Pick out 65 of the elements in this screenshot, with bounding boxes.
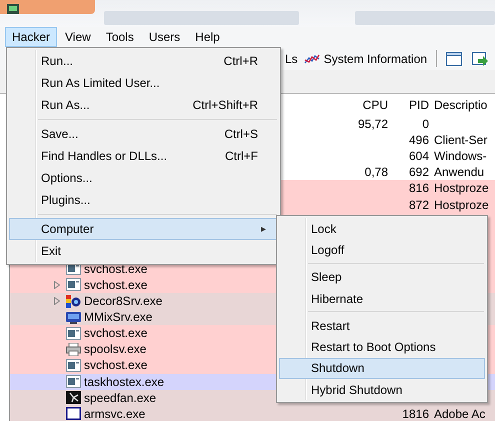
pid-value: 0 [422, 117, 429, 132]
pid-value: 1816 [402, 406, 429, 421]
process-name: taskhostex.exe [84, 374, 164, 389]
menu-item[interactable]: Shutdown [279, 358, 485, 380]
shortcut-text: Ctrl+R [224, 54, 258, 68]
process-name: svchost.exe [84, 278, 148, 292]
process-name: speedfan.exe [84, 390, 156, 405]
window-icon [66, 375, 81, 388]
fan-icon [66, 391, 81, 404]
cpu-value: 95,72 [358, 117, 388, 132]
pid-value: 604 [408, 149, 429, 164]
shortcut-text: Ctrl+F [225, 149, 258, 163]
menu-item[interactable]: Run As... Ctrl+Shift+R [9, 94, 278, 116]
colorful-logo-icon [66, 294, 81, 308]
menu-bar-item[interactable]: Users [142, 27, 188, 47]
menu-item[interactable]: Plugins... [9, 189, 278, 211]
pid-value: 872 [408, 198, 429, 212]
menu-item[interactable]: Run... Ctrl+R [9, 50, 278, 72]
pid-value: 816 [408, 181, 429, 196]
process-name: armsvc.exe [84, 406, 146, 421]
menu-item[interactable]: Logoff [279, 239, 485, 261]
description-text: Client-Ser [434, 133, 488, 148]
cpu-value: 0,78 [364, 165, 388, 180]
column-header[interactable]: PID [388, 98, 429, 112]
description-text: Windows- [434, 149, 487, 164]
window-icon [66, 326, 81, 340]
window-icon[interactable] [446, 52, 462, 66]
menu-bar-item[interactable]: View [58, 27, 98, 47]
toolbar-button[interactable]: Ls [285, 52, 298, 66]
description-text: Adobe Ac [434, 406, 486, 421]
process-name: MMixSrv.exe [84, 310, 152, 324]
expand-arrow-icon[interactable] [54, 280, 60, 289]
menu-bar-item[interactable]: Tools [98, 27, 141, 47]
system-information-button[interactable]: System Information [304, 52, 428, 66]
shortcut-text: Ctrl+S [224, 127, 258, 141]
pid-value: 692 [408, 165, 429, 180]
process-name: svchost.exe [84, 326, 148, 340]
printer-icon [66, 342, 81, 356]
description-text: Hostproze [434, 181, 489, 196]
chart-icon [304, 52, 320, 64]
description-text: Hostproze [434, 198, 489, 212]
description-text: Anwendu [434, 165, 484, 180]
menu-item[interactable]: Find Handles or DLLs... Ctrl+F [9, 145, 278, 167]
menu-item[interactable]: Exit [9, 240, 278, 262]
shortcut-text: Ctrl+Shift+R [192, 98, 258, 112]
blank-window-icon [66, 407, 81, 420]
menu-bar-item[interactable]: Hacker [5, 27, 58, 47]
window-icon [66, 278, 81, 292]
window-icon [66, 358, 81, 372]
process-row[interactable]: armsvc.exe 1816 Adobe Ac [10, 406, 495, 421]
process-name: Decor8Srv.exe [84, 294, 162, 308]
app-icon [7, 4, 19, 14]
process-name: svchost.exe [84, 262, 148, 276]
menu-bar-item[interactable]: Help [188, 27, 227, 47]
process-name: svchost.exe [84, 358, 148, 372]
menu-item[interactable]: Lock [279, 218, 485, 240]
expand-arrow-icon[interactable] [54, 297, 60, 306]
menu-item[interactable]: Options... [9, 167, 278, 189]
process-name: spoolsv.exe [84, 342, 146, 356]
pid-value: 496 [408, 133, 429, 148]
menu-item[interactable]: Save... Ctrl+S [9, 123, 278, 145]
menu-item[interactable]: Computer ▸ [9, 218, 278, 240]
column-header[interactable]: Descriptio [434, 98, 488, 112]
submenu-arrow: ▸ [261, 223, 266, 235]
monitor-icon [66, 310, 81, 324]
